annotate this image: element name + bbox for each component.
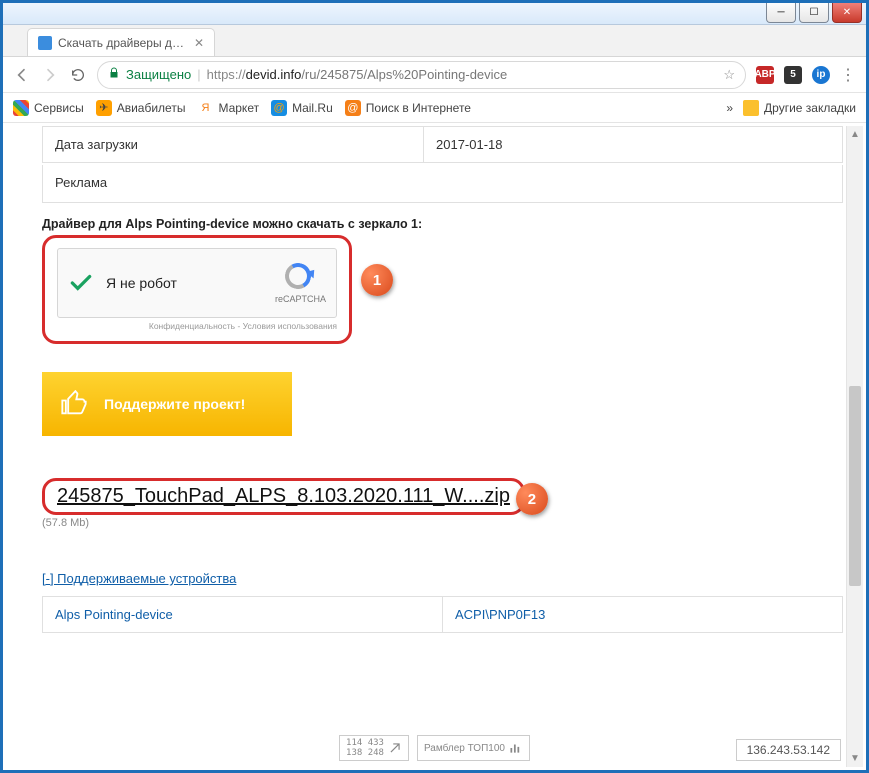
supported-device-name[interactable]: Alps Pointing-device bbox=[43, 597, 442, 632]
omnibox-actions: ☆ bbox=[723, 67, 735, 83]
ip-display: 136.243.53.142 bbox=[736, 739, 841, 761]
supported-devices-toggle[interactable]: [-] Поддерживаемые устройства bbox=[42, 571, 843, 586]
scroll-down-icon[interactable]: ▼ bbox=[847, 750, 863, 767]
recaptcha-widget[interactable]: Я не робот reCAPTCHA bbox=[57, 248, 337, 318]
annotation-box-1: Я не робот reCAPTCHA Конфиденциальность … bbox=[42, 235, 352, 344]
supported-devices-table: Alps Pointing-device ACPI\PNP0F13 bbox=[42, 596, 843, 633]
counter-rambler[interactable]: Рамблер ТОП100 bbox=[417, 735, 530, 761]
scrollbar-thumb[interactable] bbox=[849, 386, 861, 586]
minimize-button[interactable]: ─ bbox=[766, 3, 796, 23]
menu-icon[interactable]: ⋮ bbox=[840, 65, 856, 85]
support-button-label: Поддержите проект! bbox=[104, 396, 245, 412]
bookmarks-bar: Сервисы ✈Авиабилеты ЯМаркет @Mail.Ru @По… bbox=[3, 93, 866, 123]
counter-liveinternet[interactable]: 114 433 138 248 bbox=[339, 735, 409, 761]
tab-strip: Скачать драйверы для A ✕ bbox=[3, 25, 866, 57]
ad-label: Реклама bbox=[42, 165, 843, 203]
annotation-box-2: 245875_TouchPad_ALPS_8.103.2020.111_W...… bbox=[42, 478, 525, 515]
scroll-up-icon[interactable]: ▲ bbox=[847, 126, 863, 143]
download-link[interactable]: 245875_TouchPad_ALPS_8.103.2020.111_W...… bbox=[57, 485, 510, 507]
recaptcha-label: Я не робот bbox=[106, 275, 177, 291]
table-row: Дата загрузки 2017-01-18 bbox=[43, 127, 842, 163]
annotation-badge-2: 2 bbox=[516, 483, 548, 515]
browser-tab[interactable]: Скачать драйверы для A ✕ bbox=[27, 28, 215, 56]
checkmark-icon bbox=[68, 270, 94, 296]
upload-date-label: Дата загрузки bbox=[43, 127, 423, 162]
vertical-scrollbar[interactable]: ▲ ▼ bbox=[846, 126, 863, 767]
window-titlebar: ─ ☐ ✕ bbox=[3, 3, 866, 25]
window-controls: ─ ☐ ✕ bbox=[766, 3, 862, 23]
close-button[interactable]: ✕ bbox=[832, 3, 862, 23]
bar-chart-icon bbox=[509, 741, 523, 755]
lock-icon bbox=[108, 67, 120, 82]
recaptcha-logo-icon bbox=[285, 263, 315, 293]
annotation-badge-1: 1 bbox=[361, 264, 393, 296]
recaptcha-branding: reCAPTCHA bbox=[275, 263, 326, 304]
page-viewport: Дата загрузки 2017-01-18 Реклама Драйвер… bbox=[6, 126, 863, 767]
bookmark-market[interactable]: ЯМаркет bbox=[197, 100, 259, 116]
bookmark-mailru[interactable]: @Mail.Ru bbox=[271, 100, 333, 116]
support-project-button[interactable]: Поддержите проект! bbox=[42, 372, 292, 436]
extension-icon[interactable]: 5 bbox=[784, 66, 802, 84]
thumbs-up-icon bbox=[60, 390, 88, 418]
browser-toolbar: Защищено | https://devid.info/ru/245875/… bbox=[3, 57, 866, 93]
address-bar[interactable]: Защищено | https://devid.info/ru/245875/… bbox=[97, 61, 746, 89]
search-bookmark-icon: @ bbox=[345, 100, 361, 116]
browser-window: ─ ☐ ✕ Скачать драйверы для A ✕ Защищено … bbox=[0, 0, 869, 773]
download-size: (57.8 Mb) bbox=[42, 517, 843, 529]
secure-label: Защищено bbox=[126, 67, 191, 82]
other-bookmarks[interactable]: Другие закладки bbox=[743, 100, 856, 116]
reload-button[interactable] bbox=[69, 66, 87, 84]
plane-icon: ✈ bbox=[96, 100, 112, 116]
bookmarks-overflow[interactable]: » bbox=[726, 101, 733, 115]
arrow-up-right-icon bbox=[388, 741, 402, 755]
page-footer: 114 433 138 248 Рамблер ТОП100 bbox=[6, 735, 863, 761]
upload-date-value: 2017-01-18 bbox=[423, 127, 842, 162]
star-icon[interactable]: ☆ bbox=[723, 67, 735, 83]
tab-close-icon[interactable]: ✕ bbox=[194, 36, 204, 50]
maximize-button[interactable]: ☐ bbox=[799, 3, 829, 23]
tab-title: Скачать драйверы для A bbox=[58, 36, 188, 50]
apps-icon bbox=[13, 100, 29, 116]
folder-icon bbox=[743, 100, 759, 116]
back-button[interactable] bbox=[13, 66, 31, 84]
forward-button[interactable] bbox=[41, 66, 59, 84]
url-text: https://devid.info/ru/245875/Alps%20Poin… bbox=[207, 67, 508, 82]
extension-ip-icon[interactable]: ip bbox=[812, 66, 830, 84]
mailru-icon: @ bbox=[271, 100, 287, 116]
supported-device-id[interactable]: ACPI\PNP0F13 bbox=[442, 597, 842, 632]
bookmark-apps[interactable]: Сервисы bbox=[13, 100, 84, 116]
tab-favicon bbox=[38, 36, 52, 50]
bookmark-search[interactable]: @Поиск в Интернете bbox=[345, 100, 471, 116]
recaptcha-terms[interactable]: Конфиденциальность - Условия использован… bbox=[57, 321, 337, 331]
bookmark-avia[interactable]: ✈Авиабилеты bbox=[96, 100, 186, 116]
extension-adblock-icon[interactable]: ABP bbox=[756, 66, 774, 84]
info-table: Дата загрузки 2017-01-18 bbox=[42, 126, 843, 163]
market-icon: Я bbox=[197, 100, 213, 116]
mirror-text: Драйвер для Alps Pointing-device можно с… bbox=[42, 217, 843, 231]
